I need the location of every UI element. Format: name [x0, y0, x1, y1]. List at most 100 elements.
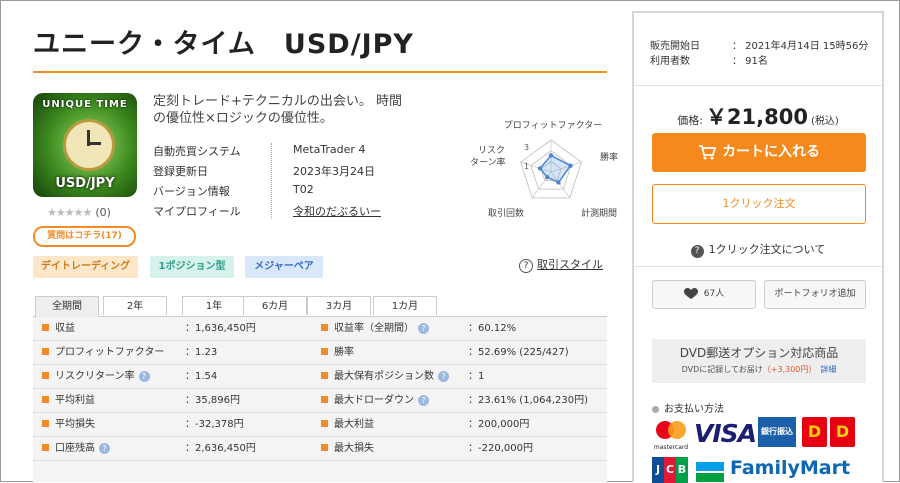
help-icon: ? [690, 245, 704, 258]
bullet-icon [42, 347, 49, 355]
review-count: (0) [95, 206, 111, 219]
radar-point [556, 180, 561, 185]
tab-2-years[interactable]: 2年 [103, 296, 167, 315]
stat-label: 平均損失 [42, 413, 95, 436]
one-click-help-link[interactable]: ? 1クリック注文について [634, 241, 882, 258]
one-click-order-button[interactable]: 1クリック注文 [652, 184, 866, 224]
dvd-price: （+3,300円） [762, 365, 817, 374]
stat-label-text: 最大利益 [334, 419, 374, 430]
price-label: 価格: [677, 114, 703, 127]
stat-label-text: 収益率（全期間） [334, 323, 414, 334]
stat-label-text: 収益 [55, 323, 75, 334]
help-icon[interactable]: ? [438, 370, 449, 382]
radar-value-shape [539, 154, 572, 184]
visa-logo: VISA [694, 419, 757, 448]
stat-label: 収益率（全期間）? [321, 317, 429, 340]
stat-value: ：200,000円 [468, 419, 530, 430]
star-icons: ★★★★★ [47, 206, 92, 219]
radar-point [548, 153, 554, 158]
daily-logo: D [830, 417, 855, 447]
product-main: ユニーク・タイム USD/JPY UNIQUE TIME USD/JPY ★★★… [33, 0, 618, 482]
stat-value: ：60.12% [468, 323, 517, 334]
favorite-button[interactable]: 67人 [652, 280, 756, 309]
info-value: T02 [293, 183, 314, 196]
stat-value: ：23.61% (1,064,230円) [468, 395, 589, 406]
trading-style-link[interactable]: ? 取引スタイル [519, 256, 603, 273]
period-tabs: 全期間 2年 1年 6カ月 3カ月 1カ月 [33, 296, 607, 317]
bullet-icon [42, 443, 49, 451]
one-click-help-label: 1クリック注文について [708, 243, 826, 256]
tab-1-year[interactable]: 1年 [182, 296, 246, 315]
tag-daytrading[interactable]: デイトレーディング [33, 256, 138, 278]
info-value: 2023年3月24日 [293, 165, 375, 178]
stat-label-text: プロフィットファクター [55, 347, 165, 358]
stat-value: ：2,636,450円 [185, 443, 256, 454]
stat-value: ：52.69% (225/427) [468, 347, 569, 358]
stat-value: ：1.23 [185, 347, 218, 358]
stats-row: 収益 ：1,636,450円 収益率（全期間）? ：60.12% [33, 317, 607, 341]
tag-one-position[interactable]: 1ポジション型 [150, 256, 234, 278]
info-key: バージョン情報 [153, 185, 230, 198]
radar-point [545, 175, 550, 180]
question-button[interactable]: 質問はコチラ(17) [33, 226, 136, 247]
stat-label-text: 口座残高 [55, 443, 95, 454]
trading-style-label: 取引スタイル [537, 258, 603, 271]
stat-label: 最大ドローダウン? [321, 389, 429, 412]
add-to-cart-label: カートに入れる [722, 144, 820, 160]
stats-row: 口座残高? ：2,636,450円 最大損失 ：-220,000円 [33, 437, 607, 461]
tab-all-period[interactable]: 全期間 [35, 296, 99, 317]
stat-label: プロフィットファクター [42, 341, 164, 364]
radar-point [568, 163, 573, 168]
radar-label-risk: リスク [478, 145, 505, 156]
radar-label-winrate: 勝率 [600, 151, 618, 163]
radar-label-risk-2: ターン率 [470, 156, 506, 168]
meta-value: ： 2021年4月14日 15時56分 [732, 41, 869, 52]
stat-value: ：1,636,450円 [185, 323, 256, 334]
payment-title: お支払い方法 [652, 400, 724, 415]
bullet-icon [42, 419, 49, 427]
stat-value: ：35,896円 [185, 395, 240, 406]
heart-icon [683, 287, 698, 299]
bullet-icon [42, 323, 49, 331]
rating-stars: ★★★★★ (0) [47, 206, 111, 219]
stat-label-text: 平均損失 [55, 419, 95, 430]
stat-label: 最大損失 [321, 437, 374, 460]
dvd-option-box: DVD郵送オプション対応商品 DVDに記録してお届け（+3,300円） 詳細 [652, 339, 866, 383]
stats-row: 平均利益 ：35,896円 最大ドローダウン? ：23.61% (1,064,230円… [33, 389, 607, 413]
help-icon: ? [519, 259, 533, 273]
stat-label: 平均利益 [42, 389, 95, 412]
bullet-icon [321, 443, 328, 451]
help-icon[interactable]: ? [99, 442, 110, 454]
cart-icon [699, 145, 716, 160]
tab-6-months[interactable]: 6カ月 [243, 296, 307, 315]
help-icon[interactable]: ? [418, 322, 429, 334]
radar-label-period: 計測期間 [581, 207, 617, 219]
stat-label-text: 勝率 [334, 347, 354, 358]
tag-major-pair[interactable]: メジャーペア [245, 256, 323, 278]
stat-label: 最大利益 [321, 413, 374, 436]
stat-label-text: 最大ドローダウン [334, 395, 414, 406]
bullet-icon [42, 371, 49, 379]
info-row-profile: マイプロフィール 令和のだぶるいー [153, 201, 453, 221]
add-to-cart-button[interactable]: カートに入れる [652, 133, 866, 172]
stats-table: 収益 ：1,636,450円 収益率（全期間）? ：60.12% プロフィットファクター… [33, 317, 607, 482]
help-icon[interactable]: ? [138, 370, 150, 382]
bullet-icon [321, 347, 328, 355]
meta-key: 販売開始日 [650, 41, 700, 52]
add-portfolio-button[interactable]: ポートフォリオ追加 [764, 280, 866, 309]
stat-label-text: リスクリターン率 [55, 371, 135, 382]
dvd-detail-link[interactable]: 詳細 [820, 365, 836, 374]
stat-label: 最大保有ポジション数? [321, 365, 449, 388]
dvd-note-line: DVDに記録してお届け（+3,300円） 詳細 [652, 364, 866, 375]
bullet-icon [42, 395, 49, 403]
stat-label-text: 平均利益 [55, 395, 95, 406]
bullet-icon [321, 371, 328, 379]
stat-label-text: 最大保有ポジション数 [334, 371, 434, 382]
tab-1-month[interactable]: 1カ月 [373, 296, 437, 315]
help-icon[interactable]: ? [418, 394, 429, 406]
profile-link[interactable]: 令和のだぶるいー [293, 203, 381, 219]
tab-3-months[interactable]: 3カ月 [307, 296, 371, 315]
info-key: 自動売買システム [153, 145, 241, 158]
product-tagline: 定刻トレード+テクニカルの出会い。 時間の優位性×ロジックの優位性。 [153, 94, 403, 126]
bullet-icon [321, 395, 328, 403]
